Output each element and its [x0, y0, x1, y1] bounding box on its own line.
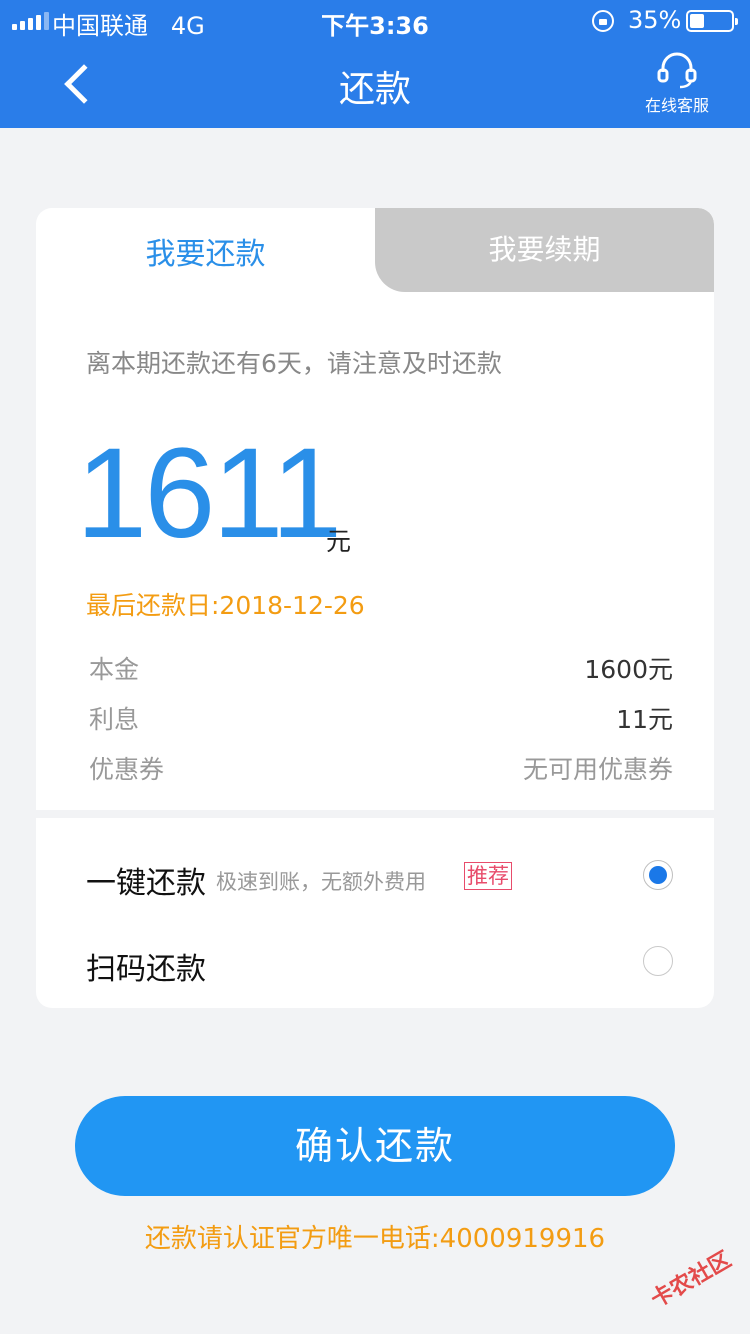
section-divider [36, 810, 714, 818]
repayment-card: 我要还款 我要续期 离本期还款还有6天，请注意及时还款 1611 元 最后还款日… [36, 208, 714, 1008]
detail-value: 无可用优惠券 [522, 755, 673, 784]
battery-percent: 35% [628, 6, 682, 34]
detail-label: 利息 [89, 705, 140, 734]
rotation-lock-icon [592, 10, 614, 32]
option-subtitle: 极速到账，无额外费用 [216, 870, 426, 894]
battery-icon [686, 10, 738, 32]
recommend-badge: 推荐 [464, 862, 512, 890]
official-hotline: 还款请认证官方唯一电话:4000919916 [144, 1224, 606, 1254]
confirm-repay-button[interactable]: 确认还款 [75, 1096, 675, 1196]
amount-unit: 元 [326, 527, 352, 556]
repay-notice: 离本期还款还有6天，请注意及时还款 [86, 349, 502, 378]
option-scan-repay[interactable]: 扫码还款 [86, 934, 676, 994]
detail-label: 优惠券 [89, 755, 165, 784]
detail-value: 1600元 [584, 655, 673, 684]
radio-one-click[interactable] [643, 860, 673, 890]
headset-icon [657, 52, 697, 89]
status-bar: 中国联通 4G 下午3:36 35% [0, 0, 750, 40]
app-header: 中国联通 4G 下午3:36 35% 还款 在线客服 [0, 0, 750, 128]
due-date: 最后还款日:2018-12-26 [86, 591, 365, 620]
tab-renew[interactable]: 我要续期 [375, 208, 714, 292]
detail-label: 本金 [89, 655, 140, 684]
option-title: 扫码还款 [86, 952, 206, 987]
online-service-button[interactable]: 在线客服 [632, 50, 722, 120]
radio-scan[interactable] [643, 946, 673, 976]
tab-repay[interactable]: 我要还款 [36, 208, 375, 298]
detail-value: 11元 [616, 705, 673, 734]
option-title: 一键还款 [86, 866, 206, 901]
online-service-label: 在线客服 [644, 96, 709, 115]
repay-amount: 1611 [76, 422, 342, 565]
option-one-click-repay[interactable]: 一键还款 极速到账，无额外费用 推荐 [86, 848, 676, 908]
nav-bar: 还款 在线客服 [0, 40, 750, 128]
